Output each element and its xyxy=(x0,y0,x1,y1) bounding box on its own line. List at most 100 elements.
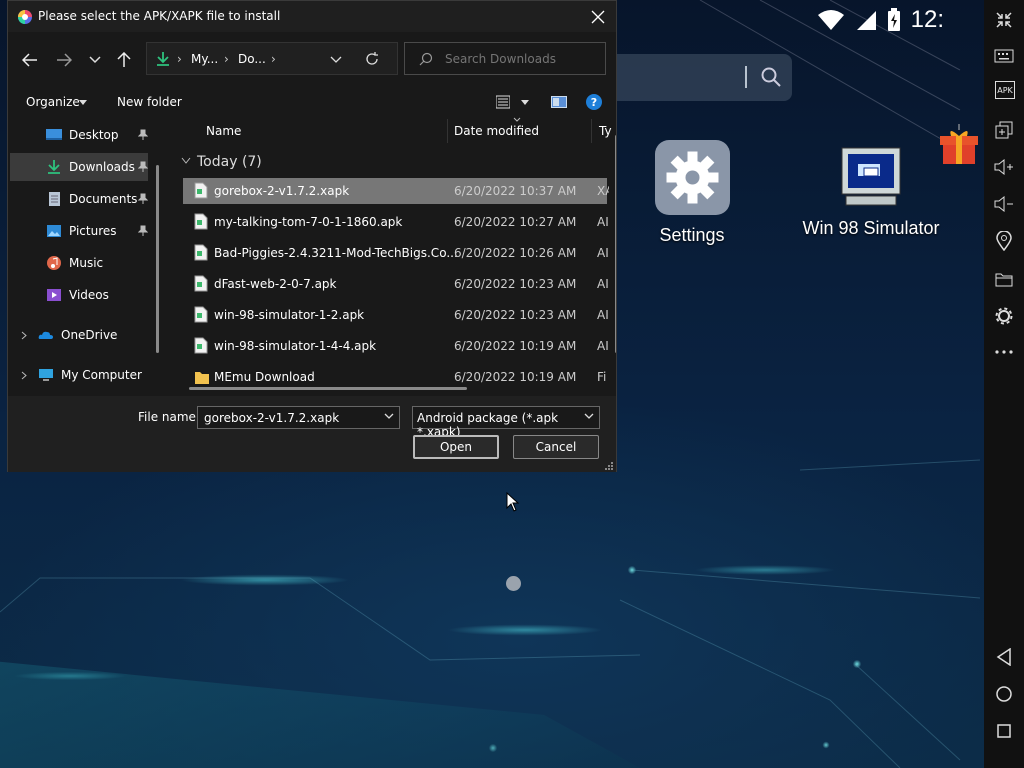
address-bar[interactable]: › My... › Do... › xyxy=(146,42,398,75)
sidebar-item-downloads[interactable]: Downloads xyxy=(10,153,148,181)
chevron-down-icon[interactable] xyxy=(89,56,101,64)
collapse-chevron-icon[interactable] xyxy=(181,157,191,165)
organize-button[interactable]: Organize xyxy=(26,95,80,109)
sidebar-scrollbar[interactable] xyxy=(156,165,159,353)
close-icon[interactable] xyxy=(591,10,605,24)
keyboard-icon[interactable] xyxy=(992,44,1016,68)
breadcrumb-separator: › xyxy=(177,52,182,66)
file-open-dialog: Please select the APK/XAPK file to insta… xyxy=(7,0,617,472)
app-label: Win 98 Simulator xyxy=(802,218,940,238)
settings-icon[interactable] xyxy=(992,304,1016,328)
view-list-icon[interactable] xyxy=(496,95,510,109)
file-name-combobox[interactable] xyxy=(197,406,400,429)
back-button[interactable] xyxy=(19,49,41,71)
recents-icon[interactable] xyxy=(992,719,1016,743)
chevron-right-icon[interactable] xyxy=(21,331,27,340)
app-settings[interactable]: Settings xyxy=(612,140,772,246)
file-name: my-talking-tom-7-0-1-1860.apk xyxy=(214,215,403,229)
file-type: Fi xyxy=(597,370,607,384)
new-folder-button[interactable]: New folder xyxy=(117,95,182,109)
location-icon[interactable] xyxy=(992,229,1016,253)
sidebar-item-label: Pictures xyxy=(69,224,117,238)
chevron-down-icon[interactable] xyxy=(384,413,394,420)
breadcrumb-separator: › xyxy=(224,52,229,66)
file-icon xyxy=(194,337,208,354)
chevron-down-icon[interactable] xyxy=(330,56,342,64)
up-button[interactable] xyxy=(113,49,135,71)
settings-gear-icon[interactable] xyxy=(654,140,730,215)
file-list-vertical-scrollbar[interactable] xyxy=(615,135,616,353)
apk-icon[interactable]: APK xyxy=(995,81,1015,99)
column-type[interactable]: Ty xyxy=(599,124,612,138)
file-row[interactable]: gorebox-2-v1.7.2.xapk 6/20/2022 10:37 AM… xyxy=(183,178,609,204)
folder-icon xyxy=(195,372,209,384)
column-separator[interactable] xyxy=(447,119,448,143)
fullscreen-icon[interactable] xyxy=(992,8,1016,32)
sidebar-item-videos[interactable]: Videos xyxy=(10,281,148,309)
more-icon[interactable] xyxy=(992,340,1016,364)
pin-icon[interactable] xyxy=(138,129,148,141)
volume-down-icon[interactable] xyxy=(992,192,1016,216)
resize-grip-icon[interactable] xyxy=(605,462,613,470)
group-header[interactable]: Today (7) xyxy=(197,154,262,170)
open-button[interactable]: Open xyxy=(413,435,499,459)
file-type: AI xyxy=(597,339,609,353)
search-input[interactable] xyxy=(443,51,597,67)
command-bar: Organize New folder ? xyxy=(8,87,616,117)
chevron-right-icon[interactable] xyxy=(21,371,27,380)
sidebar-item-label: My Computer xyxy=(61,368,142,382)
caret-down-icon[interactable] xyxy=(521,100,529,105)
sidebar-item-desktop[interactable]: Desktop xyxy=(10,121,148,149)
home-icon[interactable] xyxy=(992,682,1016,706)
folder-icon[interactable] xyxy=(992,267,1016,291)
refresh-icon[interactable] xyxy=(365,52,379,66)
file-name: dFast-web-2-0-7.apk xyxy=(214,277,337,291)
help-icon[interactable]: ? xyxy=(586,94,602,110)
caret-down-icon[interactable] xyxy=(79,100,87,105)
column-separator[interactable] xyxy=(591,119,592,143)
search-icon[interactable] xyxy=(760,66,782,88)
file-row[interactable]: Bad-Piggies-2.4.3211-Mod-TechBigs.Co... … xyxy=(183,240,609,266)
file-name-input[interactable] xyxy=(202,410,381,426)
pin-icon[interactable] xyxy=(138,193,148,205)
file-row[interactable]: my-talking-tom-7-0-1-1860.apk 6/20/2022 … xyxy=(183,209,609,235)
cancel-button[interactable]: Cancel xyxy=(513,435,599,459)
file-list-horizontal-scrollbar[interactable] xyxy=(189,387,467,390)
back-icon[interactable] xyxy=(992,645,1016,669)
file-type-select[interactable]: Android package (*.apk *.xapk) xyxy=(412,406,600,439)
arrow-left-icon[interactable] xyxy=(22,53,38,67)
pin-icon[interactable] xyxy=(138,225,148,237)
app-win98-simulator[interactable]: Win 98 Simulator xyxy=(791,146,951,239)
file-row[interactable]: dFast-web-2-0-7.apk 6/20/2022 10:23 AM A… xyxy=(183,271,609,297)
sidebar-item-documents[interactable]: Documents xyxy=(10,185,148,213)
recent-locations-button[interactable] xyxy=(84,49,106,71)
preview-pane-icon[interactable] xyxy=(551,96,567,108)
close-button[interactable] xyxy=(586,5,610,29)
pin-icon[interactable] xyxy=(138,161,148,173)
dialog-titlebar[interactable]: Please select the APK/XAPK file to insta… xyxy=(8,1,616,32)
forward-button[interactable] xyxy=(53,49,75,71)
file-type: AI xyxy=(597,308,609,322)
column-name[interactable]: Name xyxy=(206,124,241,138)
breadcrumb-item[interactable]: My... xyxy=(191,52,218,66)
arrow-right-icon[interactable] xyxy=(56,53,72,67)
breadcrumb-item[interactable]: Do... xyxy=(238,52,266,66)
volume-up-icon[interactable] xyxy=(992,155,1016,179)
sidebar-item-onedrive[interactable]: OneDrive xyxy=(10,321,148,349)
file-name: win-98-simulator-1-2.apk xyxy=(214,308,365,322)
column-date-modified[interactable]: Date modified xyxy=(454,124,539,138)
file-date: 6/20/2022 10:19 AM xyxy=(454,370,577,384)
gift-icon[interactable] xyxy=(938,124,980,168)
file-row[interactable]: win-98-simulator-1-2.apk 6/20/2022 10:23… xyxy=(183,302,609,328)
file-row[interactable]: win-98-simulator-1-4-4.apk 6/20/2022 10:… xyxy=(183,333,609,359)
chevron-down-icon[interactable] xyxy=(584,413,594,420)
search-box[interactable] xyxy=(404,42,606,75)
search-widget[interactable] xyxy=(605,54,792,101)
multi-window-icon[interactable] xyxy=(992,118,1016,142)
arrow-up-icon[interactable] xyxy=(117,52,131,68)
file-type: AI xyxy=(597,246,609,260)
sidebar-item-music[interactable]: Music xyxy=(10,249,148,277)
sidebar-item-pictures[interactable]: Pictures xyxy=(10,217,148,245)
sidebar-item-my-computer[interactable]: My Computer xyxy=(10,361,148,389)
win98-computer-icon[interactable] xyxy=(840,146,902,208)
